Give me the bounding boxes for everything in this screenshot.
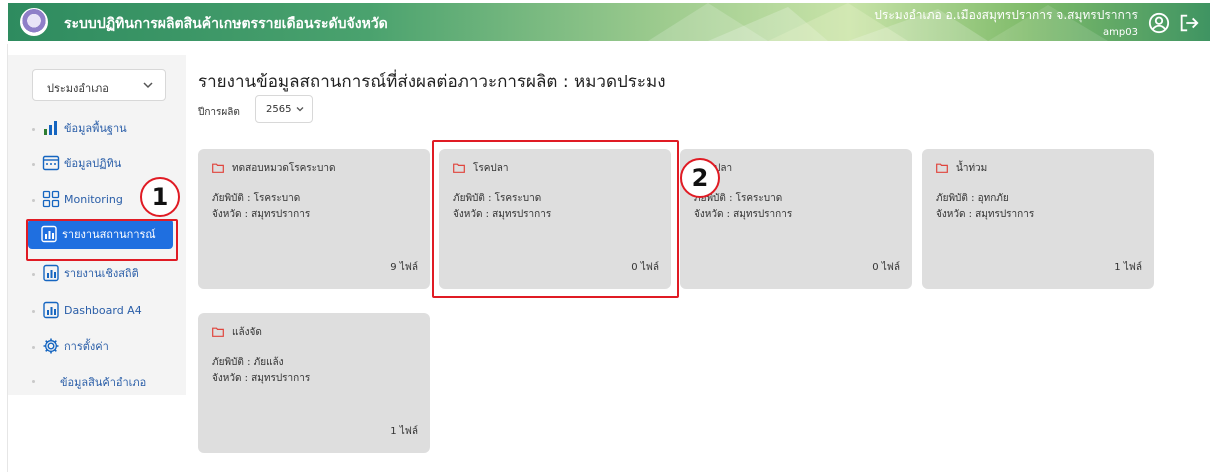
user-location: ประมงอำเภอ อ.เมืองสมุทรปราการ จ.สมุทรปรา… (874, 8, 1138, 22)
production-year-select[interactable]: 2565 (255, 95, 313, 123)
card-file-count: 0 ไฟล์ (872, 262, 900, 273)
card-disaster: ภัยพิบัติ : โรคระบาด (212, 193, 301, 204)
nav-bullet (32, 128, 35, 131)
card-province: จังหวัด : สมุทรปราการ (936, 209, 1035, 220)
card-file-count: 1 ไฟล์ (390, 426, 418, 437)
nav-bullet (32, 273, 35, 276)
page-title: รายงานข้อมูลสถานการณ์ที่ส่งผลต่อภาวะการผ… (198, 72, 666, 92)
sidebar-item-label: การตั้งค่า (64, 340, 109, 353)
card-disaster: ภัยพิบัติ : อุทกภัย (936, 193, 1009, 204)
sidebar-item-settings[interactable]: การตั้งค่า (42, 333, 109, 359)
district-select[interactable]: ประมงอำเภอ (32, 69, 166, 101)
sidebar-item-dashboard-a4[interactable]: Dashboard A4 (42, 297, 142, 323)
production-year-label: ปีการผลิต (198, 107, 240, 118)
user-circle-icon[interactable] (1148, 12, 1170, 34)
bar-chart-icon (44, 121, 57, 135)
sidebar-subitem-district-products[interactable]: ข้อมูลสินค้าอำเภอ (60, 373, 146, 391)
sidebar-item-label: Dashboard A4 (64, 303, 142, 317)
user-info: ประมงอำเภอ อ.เมืองสมุทรปราการ จ.สมุทรปรา… (874, 6, 1138, 38)
chevron-down-icon (143, 82, 153, 89)
sidebar-item-label: Monitoring (64, 192, 123, 206)
sidebar-item-label: รายงานเชิงสถิติ (64, 267, 139, 280)
calendar-icon (42, 155, 60, 171)
logout-icon[interactable] (1178, 12, 1200, 34)
report-icon (43, 301, 59, 319)
district-select-value: ประมงอำเภอ (47, 82, 109, 95)
step-marker-1: 1 (140, 177, 180, 217)
report-card[interactable]: แล้งจัด ภัยพิบัติ : ภัยแล้ง จังหวัด : สม… (198, 313, 430, 453)
nav-bullet (32, 199, 35, 202)
folder-icon (212, 163, 224, 173)
card-title: น้ำท่วม (956, 163, 988, 174)
sidebar-item-monitoring[interactable]: Monitoring (42, 186, 123, 212)
nav-bullet (32, 163, 35, 166)
sidebar-item-statistics-report[interactable]: รายงานเชิงสถิติ (42, 260, 139, 286)
card-title: ทดสอบหมวดโรคระบาด (232, 163, 336, 174)
app-title: ระบบปฏิทินการผลิตสินค้าเกษตรรายเดือนระดั… (64, 16, 388, 32)
highlight-box-1 (26, 219, 178, 261)
nav-bullet (32, 310, 35, 313)
sidebar-item-label: ข้อมูลปฏิทิน (64, 157, 122, 170)
card-province: จังหวัด : สมุทรปราการ (212, 209, 311, 220)
left-edge (0, 44, 8, 472)
report-card[interactable]: น้ำท่วม ภัยพิบัติ : อุทกภัย จังหวัด : สม… (922, 149, 1154, 289)
app-logo (20, 8, 48, 36)
username: amp03 (1103, 27, 1138, 38)
card-file-count: 1 ไฟล์ (1114, 262, 1142, 273)
highlight-box-2 (432, 140, 679, 298)
card-province: จังหวัด : สมุทรปราการ (212, 373, 311, 384)
folder-icon (212, 327, 224, 337)
report-card[interactable]: ทดสอบหมวดโรคระบาด ภัยพิบัติ : โรคระบาด จ… (198, 149, 430, 289)
chevron-down-icon (296, 107, 304, 112)
card-file-count: 9 ไฟล์ (390, 262, 418, 273)
app-header: ระบบปฏิทินการผลิตสินค้าเกษตรรายเดือนระดั… (8, 3, 1210, 41)
card-province: จังหวัด : สมุทรปราการ (694, 209, 793, 220)
monitoring-grid-icon (42, 190, 60, 208)
nav-bullet (32, 346, 35, 349)
gear-icon (43, 338, 59, 354)
card-disaster: ภัยพิบัติ : ภัยแล้ง (212, 357, 284, 368)
step-marker-2: 2 (680, 158, 720, 198)
folder-icon (936, 163, 948, 173)
report-icon (43, 264, 59, 282)
sidebar-item-calendar[interactable]: ข้อมูลปฏิทิน (42, 150, 121, 176)
nav-bullet (32, 380, 35, 383)
sidebar-item-label: ข้อมูลพื้นฐาน (64, 122, 127, 135)
production-year-value: 2565 (266, 104, 292, 115)
card-title: แล้งจัด (232, 327, 262, 338)
sidebar-item-basic-data[interactable]: ข้อมูลพื้นฐาน (42, 115, 127, 141)
